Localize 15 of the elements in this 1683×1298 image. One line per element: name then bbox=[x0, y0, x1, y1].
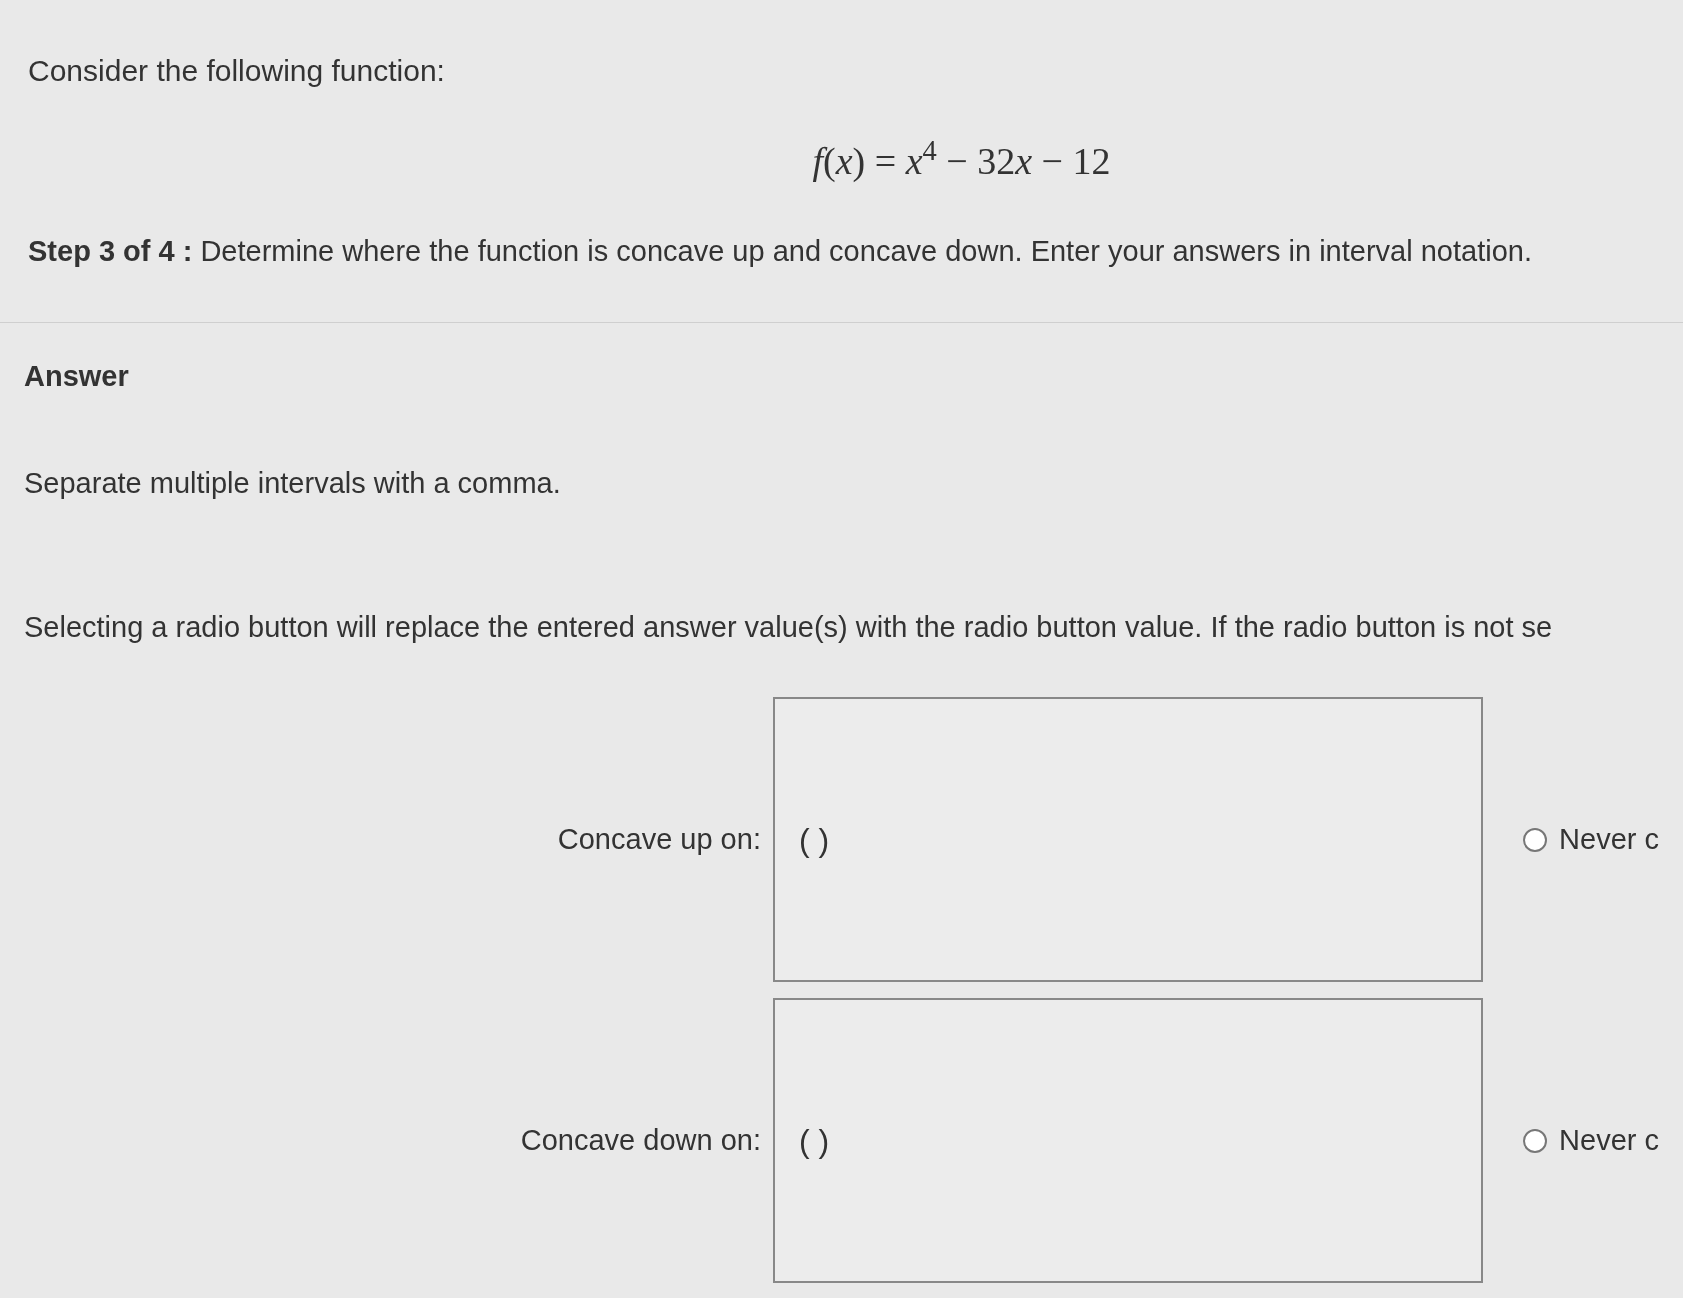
field-label: Concave up on: bbox=[556, 821, 762, 857]
step-label: Step 3 of 4 : bbox=[28, 235, 193, 267]
radio-button[interactable] bbox=[1523, 1128, 1548, 1153]
step-instruction: Determine where the function is concave up and concave down. Enter your answers in interval notation. bbox=[200, 235, 1532, 267]
radio-label: Never c bbox=[1559, 1122, 1659, 1158]
radio-button[interactable] bbox=[1523, 827, 1548, 852]
intro-text: Consider the following function: bbox=[28, 53, 446, 89]
radio-label: Never c bbox=[1559, 821, 1659, 857]
answer-field[interactable]: ( ) bbox=[772, 697, 1484, 982]
answer-heading: Answer bbox=[24, 358, 130, 394]
answer-field[interactable]: ( ) bbox=[772, 998, 1484, 1283]
function-formula: f(x) = x$^{4}$ − 32x − 12 bbox=[812, 133, 1111, 184]
field-label: Concave down on: bbox=[519, 1122, 762, 1158]
hint-text: Separate multiple intervals with a comma. bbox=[24, 466, 562, 501]
radio-note: Selecting a radio button will replace the entered answer value(s) with the radio button value. If the radio button is not se bbox=[24, 609, 1554, 645]
